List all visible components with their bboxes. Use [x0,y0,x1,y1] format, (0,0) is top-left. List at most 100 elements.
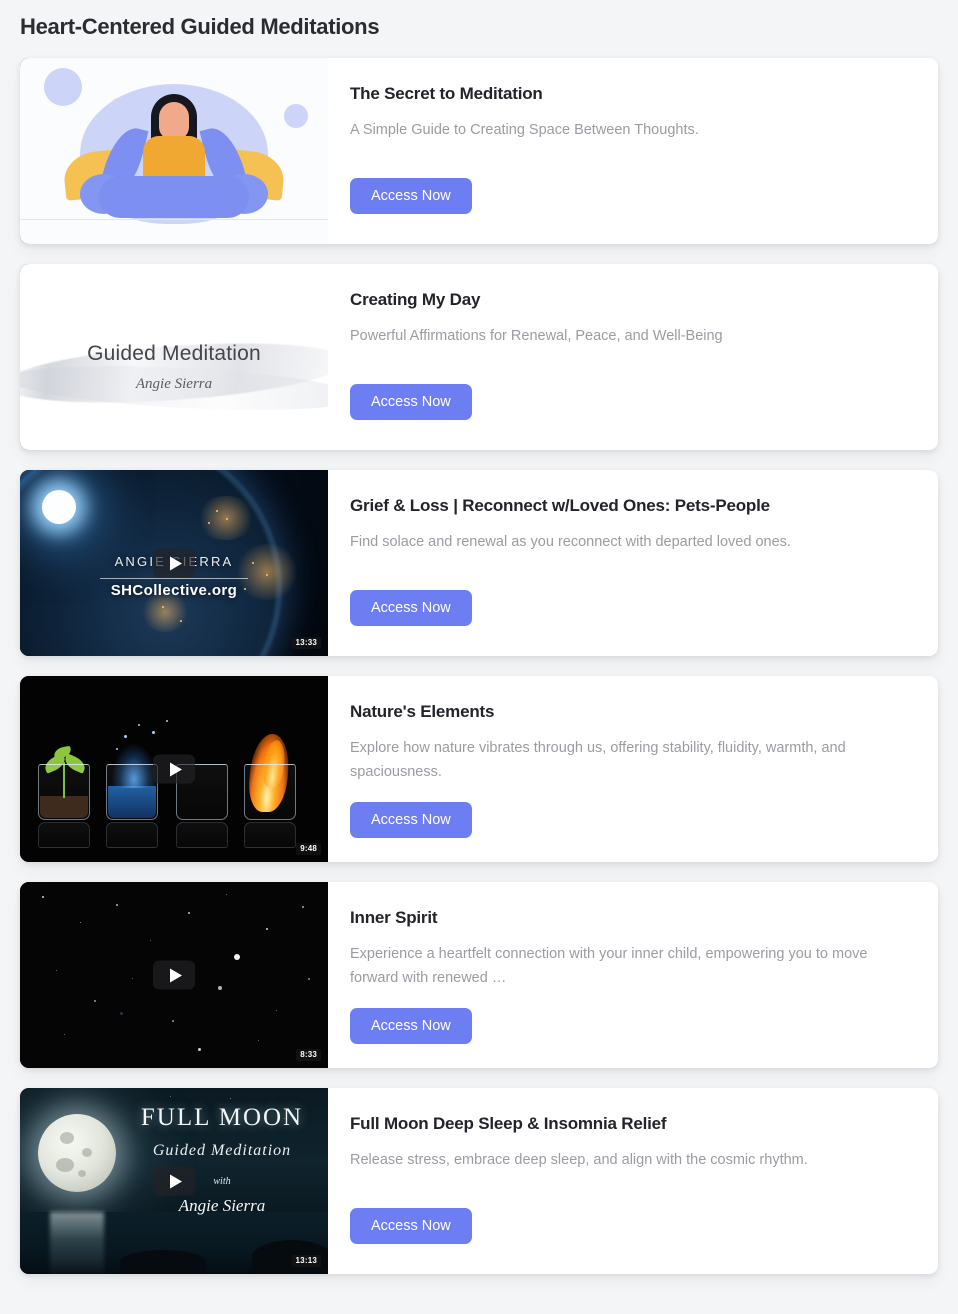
shoreline-rock [120,1250,206,1274]
access-now-button[interactable]: Access Now [350,801,472,838]
full-moon-over-water: FULL MOON Guided Meditation with Angie S… [20,1088,328,1274]
access-now-button[interactable]: Access Now [350,1007,472,1044]
card-thumbnail[interactable]: FULL MOON Guided Meditation with Angie S… [20,1088,328,1274]
card-thumbnail[interactable]: 9:48 [20,676,328,862]
star [198,1048,201,1051]
earth-from-space-sunrise: ANGIE SIERRA SHCollective.org 13:33 [20,470,328,656]
card-thumbnail[interactable]: 8:33 [20,882,328,1068]
meditation-library-page: Heart-Centered Guided Meditations The Se… [0,0,958,1274]
thumbnail-overlay-author: Angie Sierra [135,375,213,392]
star [226,894,227,895]
star-blue [120,1012,123,1015]
starfield-night-sky: 8:33 [20,882,328,1068]
card-title: The Secret to Meditation [350,84,543,103]
water-droplet [116,748,118,750]
card-description: Find solace and renewal as you reconnect… [350,534,791,551]
card-body: Inner Spirit Experience a heartfelt conn… [328,882,938,1068]
meditation-card[interactable]: 9:48 Nature's Elements Explore how natur… [20,676,938,862]
star [42,896,44,898]
thumbnail-overlay-title: Guided Meditation [87,342,261,366]
star-bright [218,986,222,990]
full-moon [38,1114,116,1192]
video-duration-badge: 8:33 [296,1049,321,1061]
star [258,1040,259,1041]
card-thumbnail[interactable] [20,58,328,244]
moon-crater [56,1158,74,1172]
card-body: Creating My Day Powerful Affirmations fo… [328,264,938,450]
card-title: Creating My Day [350,290,481,309]
thumbnail-overlay-site: SHCollective.org [110,581,238,599]
overlay-divider [100,577,248,579]
play-icon[interactable] [153,754,195,784]
card-body: The Secret to Meditation A Simple Guide … [328,58,938,244]
meditation-card[interactable]: FULL MOON Guided Meditation with Angie S… [20,1088,938,1274]
card-description: Powerful Affirmations for Renewal, Peace… [350,328,723,345]
thumbnail-overlay-line4: Angie Sierra [178,1196,266,1215]
figure-face [159,102,189,140]
card-body: Nature's Elements Explore how nature vib… [328,676,938,862]
star [116,904,118,906]
meditation-card[interactable]: 8:33 Inner Spirit Experience a heartfelt… [20,882,938,1068]
card-description: Experience a heartfelt connection with y… [350,946,868,986]
decorative-circle [284,104,308,128]
star-bright [234,954,240,960]
water-droplet [166,720,168,722]
access-now-button[interactable]: Access Now [350,589,472,626]
star [64,1034,65,1035]
star [170,1096,171,1097]
play-icon[interactable] [153,1166,195,1196]
page-title: Heart-Centered Guided Meditations [20,14,380,39]
star [188,912,190,914]
thumbnail-overlay-line2: Guided Meditation [152,1142,292,1159]
meditation-card[interactable]: Guided Meditation Angie Sierra Creating … [20,264,938,450]
thumbnail-overlay-line1: FULL MOON [140,1104,304,1131]
city-light [216,510,218,512]
glass-earth [38,764,90,820]
water-droplet [124,735,127,738]
star [266,928,268,930]
access-now-button[interactable]: Access Now [350,1207,472,1244]
card-title: Full Moon Deep Sleep & Insomnia Relief [350,1114,667,1133]
city-light [226,518,228,520]
figure-legs [99,176,249,218]
star [276,1010,277,1011]
video-duration-badge: 9:48 [296,843,321,855]
access-now-button[interactable]: Access Now [350,177,472,214]
card-body: Full Moon Deep Sleep & Insomnia Relief R… [328,1088,938,1274]
city-light [162,606,164,608]
water-droplet [152,731,155,734]
four-glasses-earth-water-air-fire: 9:48 [20,676,328,862]
glass-water [106,764,158,820]
guided-meditation-white-title-card: Guided Meditation Angie Sierra [20,264,328,450]
card-thumbnail[interactable]: Guided Meditation Angie Sierra [20,264,328,450]
star [56,970,57,971]
city-light [180,620,182,622]
glass-reflection [38,822,90,848]
card-body: Grief & Loss | Reconnect w/Loved Ones: P… [328,470,938,656]
moon-crater [60,1132,74,1144]
city-light [208,522,210,524]
video-duration-badge: 13:13 [291,1255,321,1267]
star [150,940,151,941]
play-icon[interactable] [153,960,195,990]
card-title: Nature's Elements [350,702,495,721]
woman-meditating-lotus-illustration [20,58,328,244]
star [172,1020,174,1022]
star [302,906,304,908]
glass-reflection [244,822,296,848]
card-description: Release stress, embrace deep sleep, and … [350,1152,808,1169]
moon-crater [82,1148,92,1157]
star [308,978,310,980]
access-now-button[interactable]: Access Now [350,383,472,420]
play-icon[interactable] [153,548,195,578]
card-description: Explore how nature vibrates through us, … [350,740,846,780]
glass-fire [244,764,296,820]
water-droplet [138,724,140,726]
sun-flare [42,490,76,524]
glass-reflection [106,822,158,848]
card-thumbnail[interactable]: ANGIE SIERRA SHCollective.org 13:33 [20,470,328,656]
meditation-card[interactable]: ANGIE SIERRA SHCollective.org 13:33 Grie… [20,470,938,656]
meditation-card[interactable]: The Secret to Meditation A Simple Guide … [20,58,938,244]
video-duration-badge: 13:33 [291,637,321,649]
glass-reflection [176,822,228,848]
